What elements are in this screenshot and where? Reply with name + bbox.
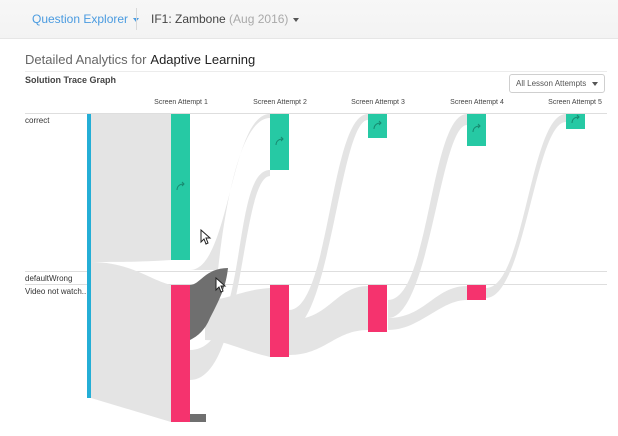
flow-band-highlighted bbox=[190, 414, 206, 422]
flow-band bbox=[190, 114, 270, 270]
start-bar bbox=[87, 114, 91, 398]
incorrect-node-attempt-1[interactable] bbox=[171, 285, 190, 422]
flow-band bbox=[486, 114, 566, 298]
flow-band bbox=[91, 114, 171, 262]
correct-node-attempt-5[interactable] bbox=[566, 114, 585, 129]
incorrect-node-attempt-4[interactable] bbox=[467, 285, 486, 300]
flow-band bbox=[388, 114, 467, 318]
correct-node-attempt-2[interactable] bbox=[270, 114, 289, 170]
correct-node-attempt-4[interactable] bbox=[467, 114, 486, 146]
correct-node-attempt-3[interactable] bbox=[368, 114, 387, 138]
incorrect-node-attempt-2[interactable] bbox=[270, 285, 289, 357]
solution-trace-graph bbox=[87, 114, 585, 422]
correct-node-attempt-1[interactable] bbox=[171, 114, 190, 260]
incorrect-node-attempt-3[interactable] bbox=[368, 285, 387, 332]
flow-band bbox=[289, 286, 368, 355]
mouse-cursor-icon bbox=[200, 229, 212, 245]
flow-band bbox=[91, 262, 171, 422]
mouse-cursor-icon bbox=[215, 277, 227, 293]
